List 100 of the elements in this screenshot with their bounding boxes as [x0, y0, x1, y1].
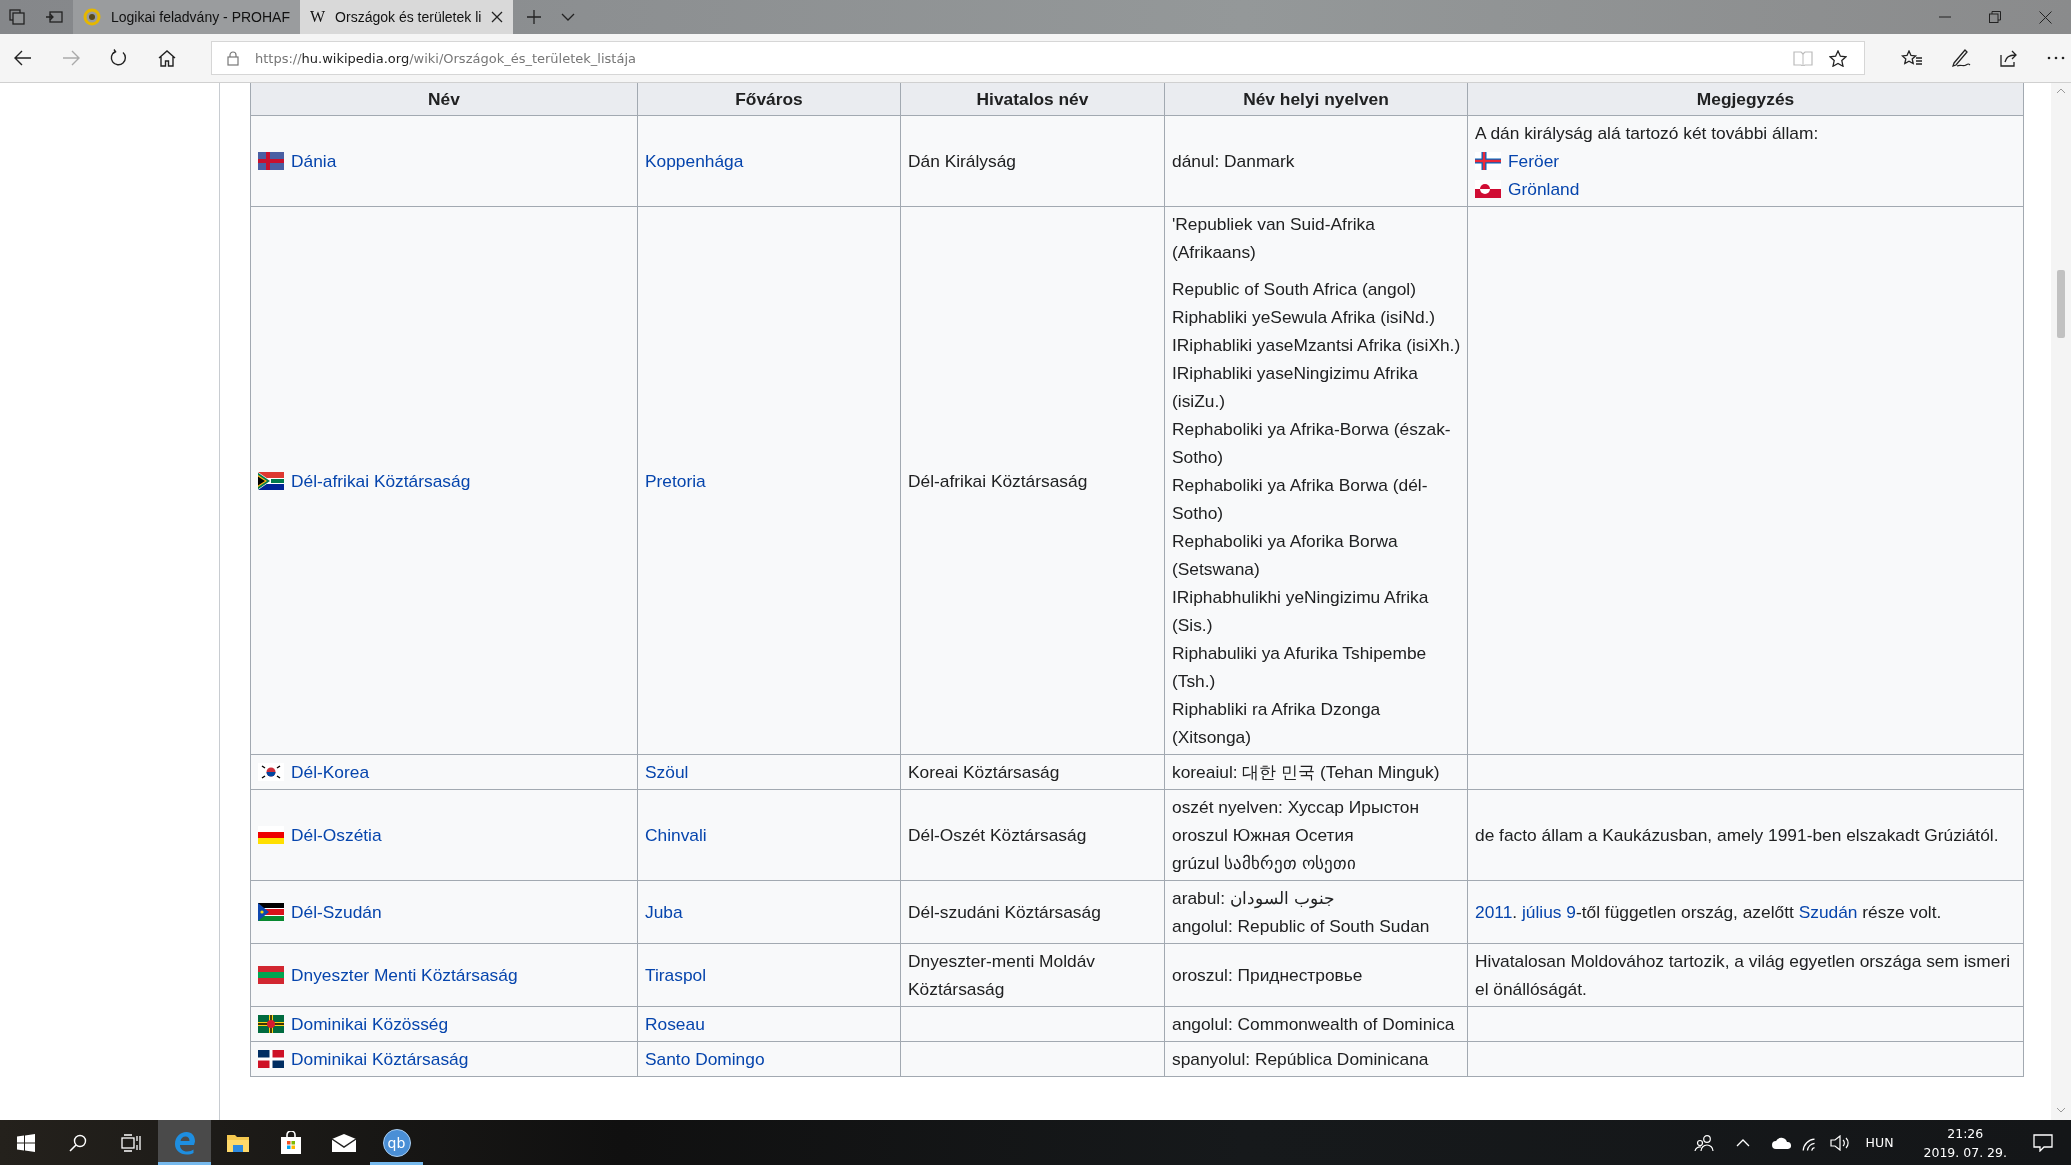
capital-link[interactable]: Chinvali [645, 825, 707, 845]
flag-icon [258, 471, 284, 490]
language-indicator[interactable]: HUN [1865, 1135, 1894, 1150]
territory-link[interactable]: Grönland [1508, 175, 1580, 203]
capital-link[interactable]: Pretoria [645, 470, 706, 491]
chevron-up-icon[interactable] [1735, 1138, 1750, 1147]
country-link[interactable]: Dél-afrikai Köztársaság [291, 466, 471, 495]
column-header[interactable]: Név helyi nyelven [1164, 83, 1468, 116]
home-icon[interactable] [158, 49, 176, 67]
more-icon[interactable] [2047, 56, 2065, 60]
flag-icon [258, 966, 284, 984]
task-view-icon[interactable] [121, 1133, 141, 1152]
date-text: 2019. 07. 29. [1923, 1143, 2007, 1162]
capital-link[interactable]: Koppenhága [645, 151, 744, 171]
browser-tab[interactable]: W Országok és területek li [299, 0, 514, 34]
note-text: de facto állam a Kaukázusban, amely 1991-ben elszakadt Grúziától. [1475, 824, 2000, 847]
scrollbar-drawing[interactable] [2051, 83, 2071, 1120]
capital-link[interactable]: Tiraspol [645, 965, 707, 985]
address-field[interactable]: https://hu.wikipedia.org/wiki/Országok_és_területek_listája [211, 41, 1865, 75]
native-name-line: IRiphabhulikhi yeNingizimu Afrika (Sis.) [1172, 586, 1430, 637]
capital-link[interactable]: Juba [645, 902, 683, 922]
favicon-icon [83, 8, 101, 26]
browser-tab[interactable]: Logikai feladvány - PROHAF [73, 0, 300, 34]
clock[interactable]: 21:26 2019. 07. 29. [1923, 1123, 2007, 1162]
close-tab-icon[interactable] [491, 11, 504, 23]
back-icon[interactable] [14, 50, 32, 66]
native-name-line: 'Republiek van Suid-Afrika (Afrikaans) [1172, 213, 1376, 264]
mail-icon [330, 1132, 357, 1153]
flag-icon [258, 152, 284, 170]
set-aside-tabs-icon[interactable] [45, 10, 63, 24]
note-text: Hivatalosan Moldovához tartozik, a világ egyetlen országa sem ismeri el önállóságát. [1475, 950, 2011, 1001]
tab-preview-icon[interactable] [9, 9, 25, 25]
column-header[interactable]: Hivatalos név [900, 83, 1165, 116]
native-name-line: Rephaboliki ya Aforika Borwa (Setswana) [1172, 530, 1399, 581]
country-link[interactable]: Dél-Korea [291, 758, 370, 786]
native-name-line: dánul: Danmark [1172, 150, 1296, 173]
browser-icon [172, 1130, 197, 1155]
country-link[interactable]: Dél-Szudán [291, 898, 382, 926]
native-name-line: Rephaboliki ya Afrika-Borwa (észak-Sotho) [1172, 418, 1452, 469]
chevron-down-icon[interactable] [561, 13, 576, 21]
note-link[interactable]: Szudán [1798, 902, 1858, 922]
native-name-line: arabul: جنوب السودان [1172, 887, 1336, 911]
flag-icon [1475, 152, 1501, 170]
lock-icon [227, 50, 239, 66]
native-name-line: Rephaboliki ya Afrika Borwa (dél-Sotho) [1172, 474, 1429, 525]
native-name-line: Republic of South Africa (angol) [1172, 278, 1417, 301]
native-name-line: angolul: Commonwealth of Dominica [1172, 1013, 1456, 1036]
capital-link[interactable]: Szöul [645, 762, 689, 782]
official-name: Dél-Oszét Köztársaság [908, 825, 1087, 845]
native-name-line: koreaiul: 대한 민국 (Tehan Minguk) [1172, 761, 1441, 784]
flag-icon [258, 903, 284, 921]
territory-link[interactable]: Feröer [1508, 147, 1560, 175]
column-header[interactable]: Név [250, 83, 638, 116]
flag-icon [258, 1050, 284, 1068]
note-link[interactable]: 2011 [1475, 902, 1513, 922]
native-name-line: oroszul Южная Осетия [1172, 824, 1355, 847]
native-name-line: IRiphabliki yaseMzantsi Afrika (isiXh.) [1172, 334, 1462, 357]
column-header[interactable]: Főváros [637, 83, 901, 116]
favicon-icon: W [309, 8, 326, 26]
flag-icon [1475, 180, 1501, 198]
note-text: 2011. július 9-től független ország, azelőtt Szudán része volt. [1475, 901, 1943, 924]
native-name-line: Riphabuliki ya Afurika Tshipembe (Tsh.) [1172, 642, 1428, 693]
pen-icon[interactable] [1951, 48, 1971, 68]
flag-icon [258, 1015, 284, 1033]
native-name-line: angolul: Republic of South Sudan [1172, 915, 1431, 938]
restore-icon[interactable] [1989, 11, 2001, 23]
search-icon[interactable] [69, 1133, 87, 1152]
native-name-line: spanyolul: República Dominicana [1172, 1048, 1430, 1071]
official-name: Dnyeszter-menti Moldáv Köztársaság [908, 951, 1095, 999]
column-header[interactable]: Megjegyzés [1467, 83, 2024, 116]
note-text: A dán királyság alá tartozó két további állam: [1475, 122, 1820, 145]
people-icon[interactable] [1693, 1133, 1714, 1152]
note-link[interactable]: július 9 [1521, 902, 1576, 922]
start-icon[interactable] [17, 1133, 35, 1152]
flag-icon [258, 826, 284, 844]
official-name: Dél-szudáni Köztársaság [908, 902, 1101, 922]
volume-icon[interactable] [1829, 1134, 1850, 1151]
flag-icon [258, 763, 284, 781]
official-name: Dél-afrikai Köztársaság [908, 470, 1088, 491]
native-name-line: oszét nyelven: Хуссар Ирыстон [1172, 796, 1421, 819]
star-icon[interactable] [1829, 49, 1847, 67]
native-name-line: oroszul: Приднестровье [1172, 964, 1364, 987]
cloud-icon[interactable] [1771, 1136, 1792, 1149]
url-text: https://hu.wikipedia.org/wiki/Országok_és_területek_listája [255, 50, 636, 66]
capital-link[interactable]: Roseau [645, 1014, 705, 1034]
country-link[interactable]: Dánia [291, 147, 337, 175]
time-text: 21:26 [1947, 1124, 1984, 1143]
notification-icon[interactable] [2033, 1133, 2053, 1152]
native-name-line: IRiphabliki yaseNingizimu Afrika (isiZu.) [1172, 362, 1419, 413]
new-tab-icon[interactable] [527, 10, 542, 24]
official-name: Dán Királyság [908, 151, 1016, 171]
country-link[interactable]: Dél-Oszétia [291, 821, 382, 849]
store-bag-icon [278, 1130, 303, 1155]
native-name-line: Riphabliki yeSewula Afrika (isiNd.) [1172, 306, 1437, 329]
refresh-icon[interactable] [110, 49, 128, 67]
share-icon[interactable] [1999, 49, 2019, 67]
favorites-icon[interactable] [1901, 49, 1923, 67]
close-icon[interactable] [2039, 10, 2052, 24]
native-name-line: Riphabliki ra Afrika Dzonga (Xitsonga) [1172, 698, 1382, 749]
app-badge-icon: qb [382, 1128, 411, 1157]
